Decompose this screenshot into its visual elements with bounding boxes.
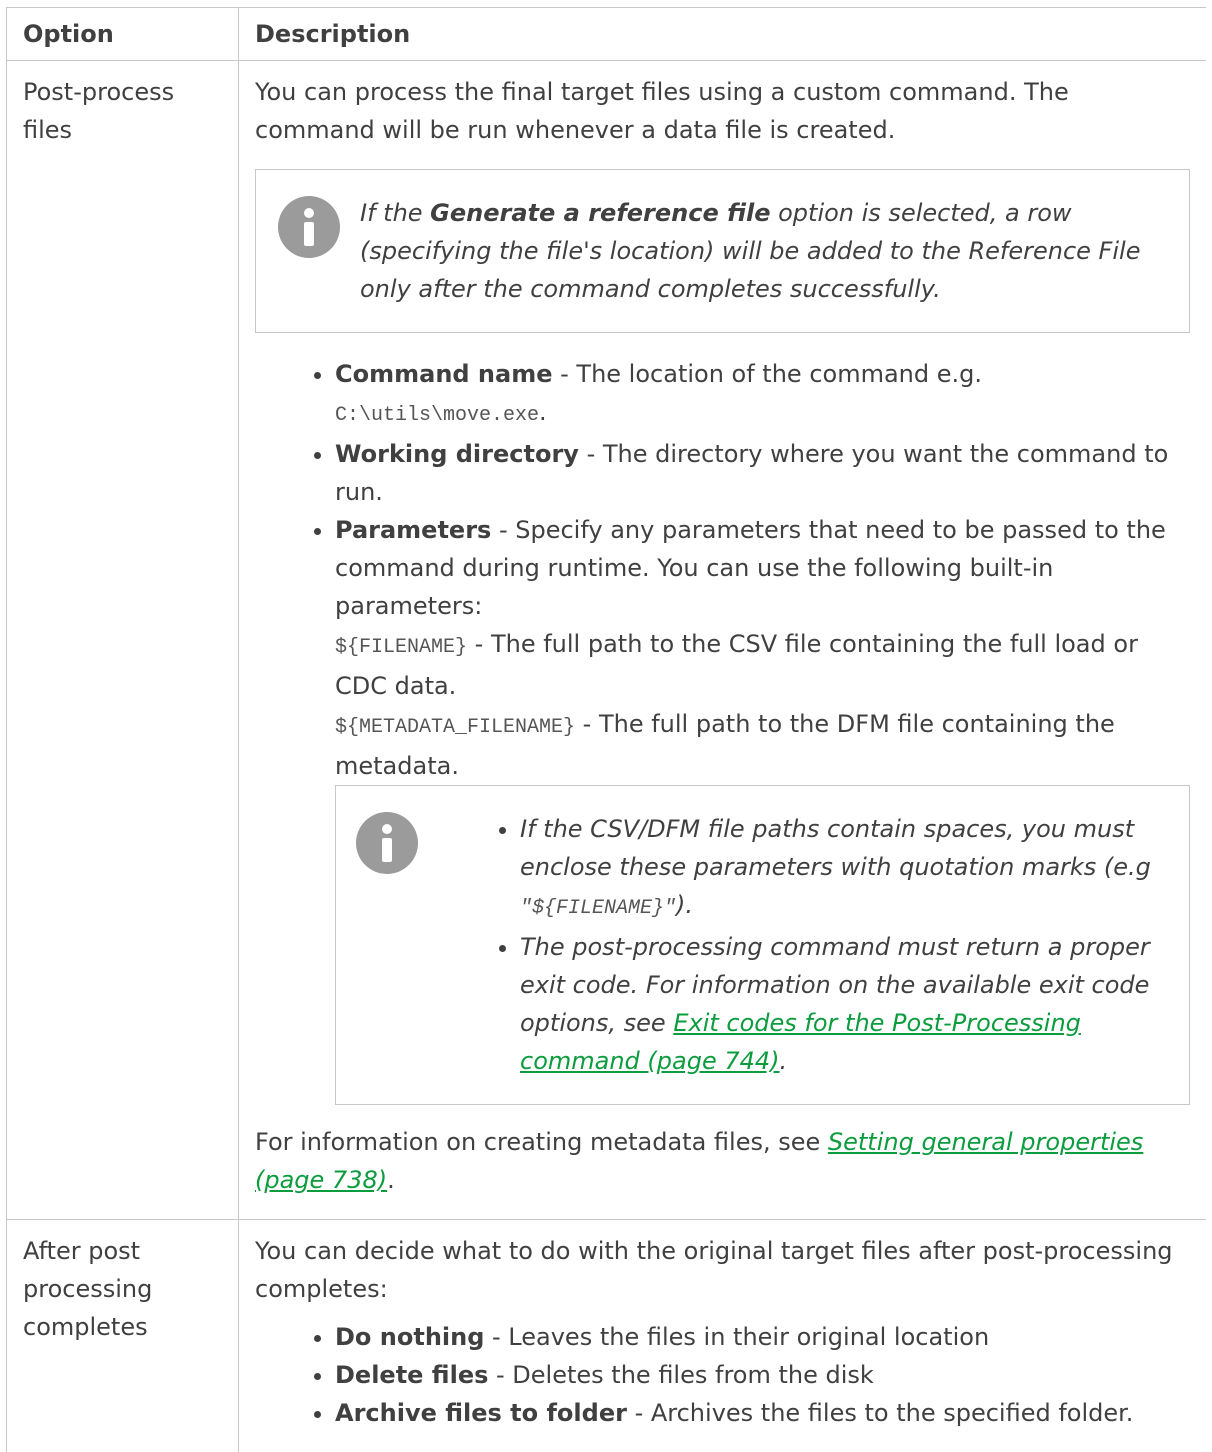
note-box: If the Generate a reference file option … [255,169,1190,333]
list-item: If the CSV/DFM file paths contain spaces… [520,810,1169,928]
code-quoted-filename: "${FILENAME}" [520,897,676,920]
table-row: Post-process files You can process the f… [7,61,1207,1220]
row1-intro: You can process the final target files u… [255,73,1190,149]
list-item: Delete files - Deletes the files from th… [335,1356,1190,1394]
list-item: Command name - The location of the comma… [335,355,1190,435]
code-command-path: C:\utils\move.exe [335,404,539,427]
description-cell: You can decide what to do with the origi… [239,1220,1207,1452]
table-row: After post processing completes You can … [7,1220,1207,1452]
note-text: If the Generate a reference file option … [360,194,1169,308]
option-after-post-processing: After post processing completes [7,1220,239,1452]
header-description: Description [239,8,1207,61]
code-param-metadata: ${METADATA_FILENAME} [335,716,575,739]
options-table: Option Description Post-process files Yo… [6,7,1206,1452]
list-item: Working directory - The directory where … [335,435,1190,511]
list-item: Parameters - Specify any parameters that… [335,511,1190,785]
note-list: If the CSV/DFM file paths contain spaces… [480,810,1169,1080]
note-box: If the CSV/DFM file paths contain spaces… [335,785,1190,1105]
option-post-process-files: Post-process files [7,61,239,1220]
code-param-filename: ${FILENAME} [335,636,467,659]
note-bold-term: Generate a reference file [430,199,770,227]
info-icon [356,812,418,874]
list-item: Do nothing - Leaves the files in their o… [335,1318,1190,1356]
list-item: Archive files to folder - Archives the f… [335,1394,1190,1432]
list-item: The post-processing command must return … [520,928,1169,1080]
note-text: If the CSV/DFM file paths contain spaces… [480,810,1169,1080]
table-header-row: Option Description [7,8,1207,61]
row1-footer: For information on creating metadata fil… [255,1123,1190,1199]
info-icon [278,196,340,258]
command-options-list: Command name - The location of the comma… [255,355,1190,785]
file-actions-list: Do nothing - Leaves the files in their o… [255,1318,1190,1432]
header-option: Option [7,8,239,61]
description-cell: You can process the final target files u… [239,61,1207,1220]
row2-intro: You can decide what to do with the origi… [255,1232,1190,1308]
